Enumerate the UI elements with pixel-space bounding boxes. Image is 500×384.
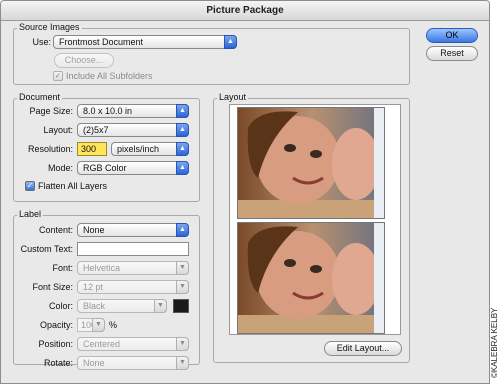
label-title: Label (17, 209, 44, 219)
font-size-label: Font Size: (32, 282, 73, 292)
color-label: Color: (48, 301, 73, 311)
portrait-image (238, 223, 384, 333)
rotate-label: Rotate: (43, 358, 73, 368)
mode-label: Mode: (47, 163, 73, 173)
checkmark-icon: ✓ (26, 181, 34, 190)
color-value: Black (83, 301, 106, 311)
flatten-layers-label: Flatten All Layers (38, 181, 108, 191)
updown-arrows-icon: ▼ (176, 280, 189, 294)
updown-arrows-icon: ▲ (176, 223, 189, 237)
layout-photo-1[interactable] (237, 107, 385, 219)
updown-arrows-icon: ▲ (176, 123, 189, 137)
use-select-value: Frontmost Document (59, 37, 144, 47)
ok-button[interactable]: OK (426, 28, 478, 43)
resolution-label: Resolution: (27, 144, 73, 154)
position-select[interactable]: Centered ▼ (77, 337, 189, 351)
rotate-value: None (83, 358, 105, 368)
page-size-value: 8.0 x 10.0 in (83, 106, 133, 116)
title-bar: Picture Package (1, 1, 489, 21)
updown-arrows-icon: ▲ (176, 161, 189, 175)
opacity-unit: % (109, 320, 118, 330)
portrait-image (238, 108, 384, 218)
page-size-label: Page Size: (29, 106, 73, 116)
source-images-title: Source Images (17, 22, 82, 32)
reset-button[interactable]: Reset (426, 46, 478, 61)
mode-select[interactable]: RGB Color ▲ (77, 161, 189, 175)
updown-arrows-icon: ▼ (154, 299, 167, 313)
position-label: Position: (38, 339, 73, 349)
resolution-unit-value: pixels/inch (117, 144, 160, 154)
updown-arrows-icon: ▼ (176, 356, 189, 370)
layout-select[interactable]: (2)5x7 ▲ (77, 123, 189, 137)
checkmark-icon: ✓ (54, 71, 62, 80)
updown-arrows-icon: ▲ (224, 35, 237, 49)
use-label: Use: (32, 37, 51, 47)
picture-package-dialog: Picture Package OK Reset Source Images U… (0, 0, 490, 384)
document-title: Document (17, 92, 63, 102)
copyright-watermark: ©KALEBRA KELBY (487, 290, 500, 380)
font-size-select[interactable]: 12 pt ▼ (77, 280, 189, 294)
custom-text-input[interactable] (77, 242, 189, 256)
opacity-stepper[interactable]: ▼ (92, 318, 105, 332)
use-select[interactable]: Frontmost Document ▲ (53, 35, 237, 49)
layout-value: (2)5x7 (83, 125, 109, 135)
resolution-unit-select[interactable]: pixels/inch ▲ (111, 142, 189, 156)
window-title: Picture Package (206, 5, 284, 16)
content-label: Content: (38, 225, 73, 235)
rotate-select[interactable]: None ▼ (77, 356, 189, 370)
layout-preview-page (229, 104, 401, 335)
updown-arrows-icon: ▲ (176, 104, 189, 118)
font-select[interactable]: Helvetica ▼ (77, 261, 189, 275)
flatten-layers-checkbox[interactable]: ✓ (25, 181, 35, 191)
edit-layout-button[interactable]: Edit Layout... (324, 341, 402, 356)
updown-arrows-icon: ▲ (176, 142, 189, 156)
watermark-text: ©KALEBRA KELBY (490, 307, 499, 378)
layout-title: Layout (217, 92, 249, 102)
content-value: None (83, 225, 105, 235)
content-select[interactable]: None ▲ (77, 223, 189, 237)
include-subfolders-checkbox[interactable]: ✓ (53, 71, 63, 81)
color-select[interactable]: Black ▼ (77, 299, 167, 313)
opacity-label: Opacity: (39, 320, 73, 330)
resolution-input[interactable]: 300 (77, 142, 107, 156)
updown-arrows-icon: ▼ (176, 337, 189, 351)
font-label: Font: (52, 263, 73, 273)
mode-value: RGB Color (83, 163, 127, 173)
color-swatch-icon[interactable] (173, 299, 189, 313)
page-size-select[interactable]: 8.0 x 10.0 in ▲ (77, 104, 189, 118)
custom-text-label: Custom Text: (20, 244, 73, 254)
choose-button[interactable]: Choose... (54, 53, 114, 68)
updown-arrows-icon: ▼ (92, 318, 105, 332)
layout-photo-2[interactable] (237, 222, 385, 334)
layout-label: Layout: (43, 125, 73, 135)
font-value: Helvetica (83, 263, 121, 273)
font-size-value: 12 pt (83, 282, 104, 292)
include-subfolders-label: Include All Subfolders (66, 71, 153, 81)
updown-arrows-icon: ▼ (176, 261, 189, 275)
position-value: Centered (83, 339, 121, 349)
